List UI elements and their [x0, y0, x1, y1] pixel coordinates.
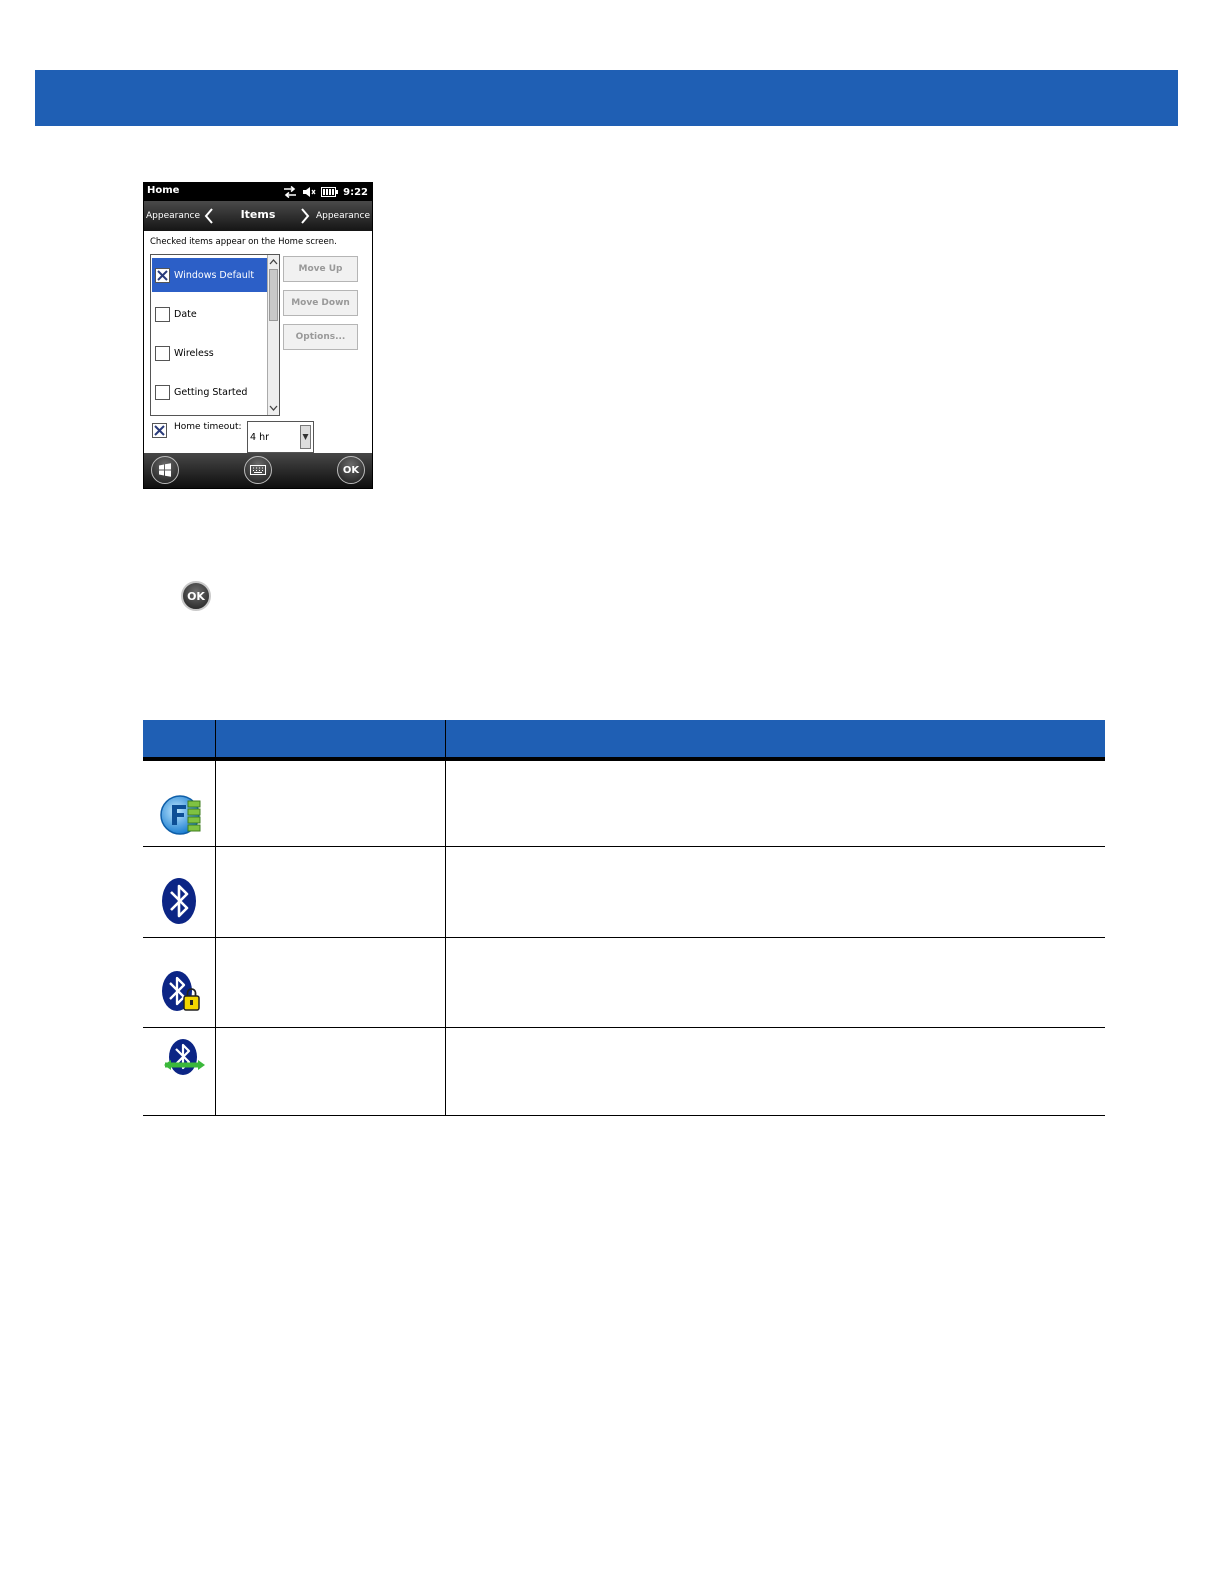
ok-button-icon: OK — [181, 581, 211, 611]
home-timeout-value: 4 hr — [250, 432, 269, 443]
table-row — [143, 938, 1105, 1028]
move-up-button[interactable]: Move Up — [283, 256, 358, 282]
move-down-button[interactable]: Move Down — [283, 290, 358, 316]
table-row — [143, 1028, 1105, 1116]
checkmark-x-icon — [154, 425, 165, 436]
table-column-divider — [215, 757, 216, 1116]
home-items-list[interactable]: Windows Default Date Wireless Getting St… — [150, 254, 280, 416]
list-item[interactable]: Getting Started — [152, 375, 267, 409]
fusion-signal-icon — [160, 795, 201, 835]
list-item-label: Wireless — [174, 347, 214, 359]
table-column-divider — [445, 757, 446, 1116]
softkey-ok-button[interactable]: OK — [337, 456, 365, 484]
keyboard-button[interactable] — [244, 456, 272, 484]
checkbox[interactable] — [155, 267, 170, 283]
home-timeout-select[interactable]: 4 hr — [247, 421, 314, 453]
checkmark-x-icon — [157, 269, 168, 281]
softkey-bar: OK — [144, 453, 372, 488]
chevron-right-icon[interactable] — [300, 208, 310, 224]
home-timeout-label: Home timeout: — [174, 422, 242, 432]
home-timeout-row: Home timeout: 4 hr — [152, 421, 372, 453]
top-banner — [35, 70, 1178, 126]
options-button[interactable]: Options... — [283, 324, 358, 350]
list-item-label: Getting Started — [174, 386, 248, 398]
scroll-thumb[interactable] — [269, 269, 278, 321]
list-item[interactable]: Windows Default — [152, 258, 267, 292]
bluetooth-connected-icon — [164, 1039, 205, 1075]
checkbox[interactable] — [155, 345, 170, 361]
checkbox[interactable] — [155, 306, 170, 322]
chevron-up-icon — [269, 259, 278, 265]
bluetooth-locked-icon — [162, 971, 200, 1011]
home-timeout-checkbox[interactable] — [152, 423, 167, 438]
list-scrollbar[interactable] — [267, 255, 279, 415]
battery-icon — [321, 187, 339, 197]
scroll-down-arrow[interactable] — [268, 402, 279, 414]
nav-bar: Appearance Items Appearance — [144, 201, 372, 231]
hint-text: Checked items appear on the Home screen. — [150, 237, 337, 247]
status-bar: Home 9:22 — [144, 183, 372, 201]
keyboard-icon — [250, 465, 266, 475]
phone-screenshot: Home 9:22 Appearance Items Appearance Ch… — [143, 182, 373, 489]
list-item[interactable]: Wireless — [152, 336, 267, 370]
chevron-down-icon — [269, 405, 278, 411]
speaker-muted-icon — [303, 187, 316, 197]
connectivity-icon — [284, 186, 297, 198]
checkbox[interactable] — [155, 384, 170, 400]
list-item-label: Date — [174, 308, 197, 320]
bluetooth-icon — [162, 878, 196, 924]
nav-next-link[interactable]: Appearance — [316, 211, 370, 221]
table-row — [143, 761, 1105, 847]
table-header — [143, 720, 1105, 761]
start-button[interactable] — [151, 456, 179, 484]
list-item[interactable]: Date — [152, 297, 267, 331]
dropdown-arrow-icon[interactable] — [300, 425, 311, 449]
status-time: 9:22 — [343, 186, 368, 198]
status-title: Home — [147, 185, 180, 196]
scroll-up-arrow[interactable] — [268, 256, 279, 268]
list-item-label: Windows Default — [174, 269, 255, 281]
windows-logo-icon — [159, 463, 171, 477]
table-row — [143, 847, 1105, 938]
